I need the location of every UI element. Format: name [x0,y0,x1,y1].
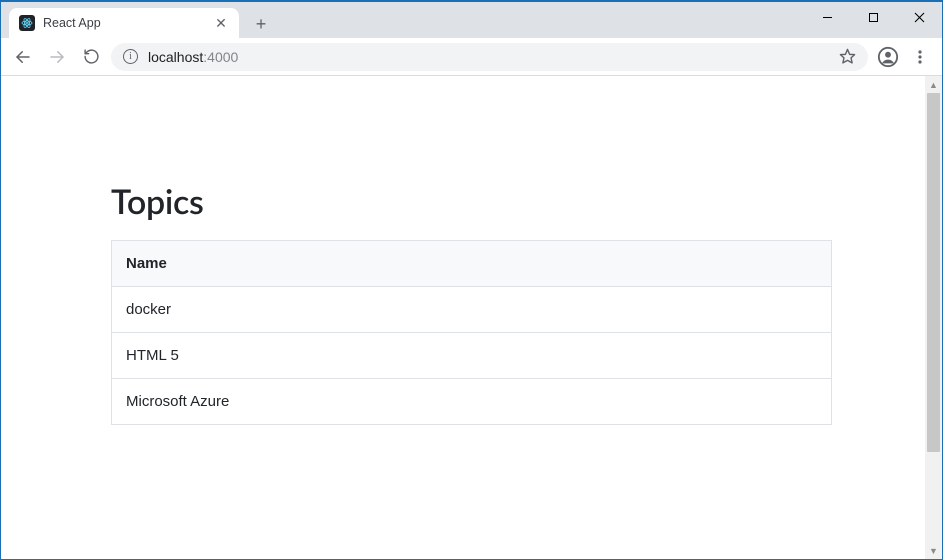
topic-name: docker [112,287,832,333]
topic-name: Microsoft Azure [112,379,832,425]
back-button[interactable] [9,43,37,71]
vertical-scrollbar[interactable]: ▲ ▼ [925,76,942,559]
site-info-icon[interactable]: i [123,49,138,64]
table-row: HTML 5 [112,333,832,379]
scroll-track[interactable] [925,93,942,542]
table-row: docker [112,287,832,333]
address-bar[interactable]: i localhost:4000 [111,43,868,71]
close-window-button[interactable] [896,2,942,32]
scroll-up-icon[interactable]: ▲ [925,76,942,93]
bookmark-icon[interactable] [839,48,856,65]
tab-strip: React App ✕ + [1,2,942,38]
page-content: Topics Name docker HTML 5 Microsoft Azur… [1,76,942,425]
page-title: Topics [111,181,832,222]
window-controls [804,2,942,32]
scroll-down-icon[interactable]: ▼ [925,542,942,559]
forward-button[interactable] [43,43,71,71]
table-row: Microsoft Azure [112,379,832,425]
column-header-name: Name [112,241,832,287]
toolbar: i localhost:4000 [1,38,942,76]
reload-button[interactable] [77,43,105,71]
browser-chrome: React App ✕ + i localhost:4000 [1,2,942,76]
browser-tab[interactable]: React App ✕ [9,8,239,38]
new-tab-button[interactable]: + [247,10,275,38]
url-text: localhost:4000 [148,49,238,65]
maximize-button[interactable] [850,2,896,32]
topic-name: HTML 5 [112,333,832,379]
topics-table: Name docker HTML 5 Microsoft Azure [111,240,832,425]
page-viewport: Topics Name docker HTML 5 Microsoft Azur… [1,76,942,559]
scroll-thumb[interactable] [927,93,940,452]
minimize-button[interactable] [804,2,850,32]
menu-icon[interactable] [906,43,934,71]
close-tab-icon[interactable]: ✕ [213,15,229,32]
react-favicon [19,15,35,31]
tab-title: React App [43,16,205,30]
profile-icon[interactable] [874,43,902,71]
